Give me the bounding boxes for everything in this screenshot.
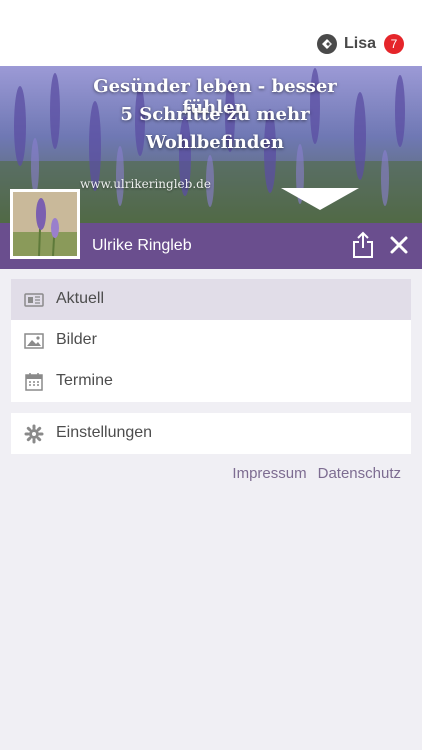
user-name: Lisa [343,35,376,52]
profile-name: Ulrike Ringleb [92,237,192,254]
menu-item-aktuell[interactable]: Aktuell [11,279,411,320]
gear-icon [24,424,44,444]
hero-subline-2: Wohlbefinden [145,132,284,153]
impressum-link[interactable]: Impressum [232,465,306,482]
newspaper-icon [24,293,44,307]
menu-item-einstellungen[interactable]: Einstellungen [11,413,411,454]
menu-item-termine[interactable]: Termine [11,361,411,402]
top-bar: Lisa 7 [0,0,422,66]
notification-badge[interactable]: 7 [384,34,404,54]
avatar [10,189,80,259]
settings-menu: Einstellungen [11,413,411,454]
close-icon[interactable] [389,235,409,255]
user-chip[interactable]: Lisa 7 [316,33,404,55]
share-icon[interactable] [351,231,375,259]
menu-label: Aktuell [56,290,105,307]
app-logo-icon [316,34,337,54]
main-menu: Aktuell Bilder Termine [11,279,411,402]
hero-subline: 5 Schritte zu mehr [120,104,310,125]
avatar-lavender-image [13,192,77,256]
menu-label: Einstellungen [56,424,153,441]
hero-arrow-icon [281,188,359,210]
image-icon [24,333,44,349]
footer-links: Impressum Datenschutz [221,465,401,482]
menu-label: Bilder [56,331,97,348]
datenschutz-link[interactable]: Datenschutz [318,465,401,482]
calendar-icon [25,373,43,391]
menu-label: Termine [56,372,113,389]
menu-item-bilder[interactable]: Bilder [11,320,411,361]
hero-url: www.ulrikeringleb.de [80,177,211,191]
